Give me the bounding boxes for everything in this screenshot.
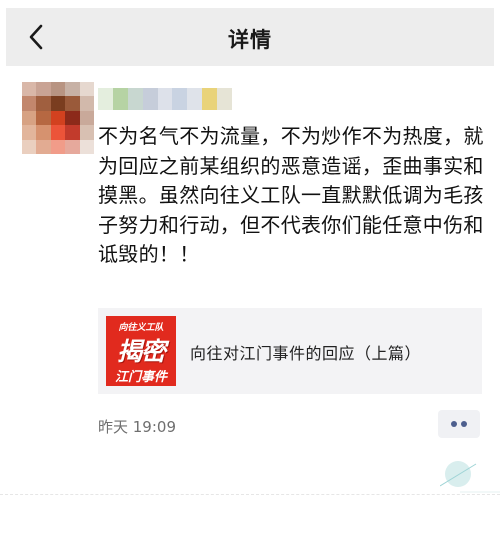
floating-bubble-icon: [440, 461, 500, 493]
moment-detail-page: 详情 不为名气不为流量，不为炒作不为热度，就为回应之前某组织的恶意造谣，歪曲事实…: [0, 0, 500, 535]
more-dots-icon: [451, 421, 457, 427]
post-timestamp: 昨天 19:09: [98, 418, 176, 436]
article-title: 向往对江门事件的回应（上篇）: [190, 344, 422, 363]
more-actions-button[interactable]: [438, 410, 480, 438]
avatar[interactable]: [22, 82, 94, 154]
divider: [0, 494, 500, 495]
more-dots-icon: [461, 421, 467, 427]
page-title: 详情: [228, 28, 272, 52]
nav-bar: 详情: [6, 8, 494, 66]
post-content: 不为名气不为流量，不为炒作不为热度，就为回应之前某组织的恶意造谣，歪曲事实和摸黑…: [98, 124, 484, 266]
article-thumbnail: 向往义工队 揭密 江门事件: [106, 316, 176, 386]
thumbnail-caption-bottom: 江门事件: [114, 370, 167, 385]
shared-article-card[interactable]: 向往义工队 揭密 江门事件 向往对江门事件的回应（上篇）: [98, 308, 482, 394]
nickname-blurred[interactable]: [98, 88, 233, 110]
thumbnail-caption-main: 揭密: [116, 337, 166, 366]
